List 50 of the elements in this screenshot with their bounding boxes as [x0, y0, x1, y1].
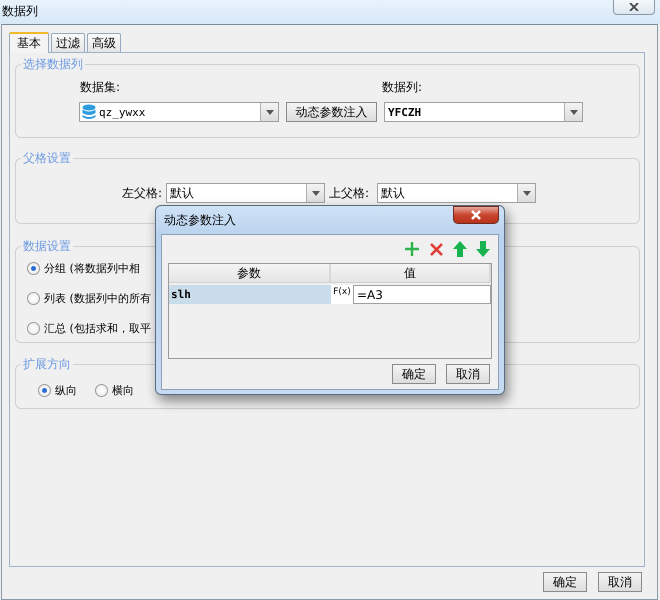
- field-label: 上父格:: [329, 184, 370, 202]
- top-parent-dropdown[interactable]: 默认: [377, 183, 536, 203]
- radio-button[interactable]: [27, 292, 40, 305]
- arrow-down-icon[interactable]: [476, 241, 490, 257]
- group-title: 扩展方向: [21, 356, 73, 372]
- tab[interactable]: 高级: [87, 33, 121, 52]
- dialog-title: 动态参数注入: [164, 212, 236, 228]
- field-label: 左父格:: [120, 184, 163, 202]
- radio-button[interactable]: [27, 322, 40, 335]
- table-cell[interactable]: slh: [169, 285, 331, 304]
- column-header: 值: [331, 264, 491, 282]
- radio-button[interactable]: [38, 384, 51, 397]
- left-parent-dropdown[interactable]: 默认: [166, 183, 325, 203]
- field-label: 数据列:: [382, 80, 422, 94]
- close-button[interactable]: [453, 206, 499, 224]
- formula-button[interactable]: F(x): [331, 285, 353, 304]
- column-header: 参数: [169, 264, 331, 282]
- tab[interactable]: 过滤: [51, 33, 85, 52]
- tab[interactable]: 基本: [9, 32, 49, 53]
- caret-icon: [570, 110, 578, 114]
- window-title: 数据列: [2, 3, 38, 20]
- field-label: 数据集:: [80, 80, 120, 94]
- radio-label: 列表 (数据列中的所有: [44, 291, 151, 306]
- dialog-button[interactable]: 取消: [598, 572, 642, 592]
- close-icon: [629, 3, 639, 11]
- dialog-button[interactable]: 确定: [392, 364, 436, 384]
- group-title: 父格设置: [21, 150, 73, 166]
- group-title: 数据设置: [21, 238, 73, 254]
- dataset-dropdown[interactable]: qz_ywxx: [79, 102, 279, 122]
- close-button[interactable]: [613, 0, 655, 15]
- radio-label: 分组 (将数据列中相: [44, 261, 140, 276]
- caret-icon: [312, 190, 320, 196]
- database-icon: [82, 104, 96, 120]
- caret-icon: [522, 190, 530, 196]
- dialog-button[interactable]: 取消: [446, 364, 490, 384]
- arrow-up-icon[interactable]: [453, 241, 467, 257]
- caret-icon: [266, 110, 274, 114]
- column-dropdown[interactable]: YFCZH: [384, 102, 583, 122]
- add-icon[interactable]: [404, 241, 420, 257]
- close-icon: [470, 210, 482, 220]
- radio-label: 纵向: [55, 383, 77, 398]
- radio-button[interactable]: [27, 262, 40, 275]
- dialog-button[interactable]: 确定: [543, 572, 587, 592]
- group-title: 选择数据列: [21, 56, 85, 72]
- delete-icon[interactable]: [429, 242, 444, 256]
- radio-button[interactable]: [95, 384, 108, 397]
- input-field[interactable]: =A3: [353, 285, 491, 304]
- inject-button[interactable]: 动态参数注入: [286, 102, 377, 122]
- radio-label: 横向: [112, 383, 134, 398]
- radio-label: 汇总 (包括求和，取平: [44, 321, 151, 336]
